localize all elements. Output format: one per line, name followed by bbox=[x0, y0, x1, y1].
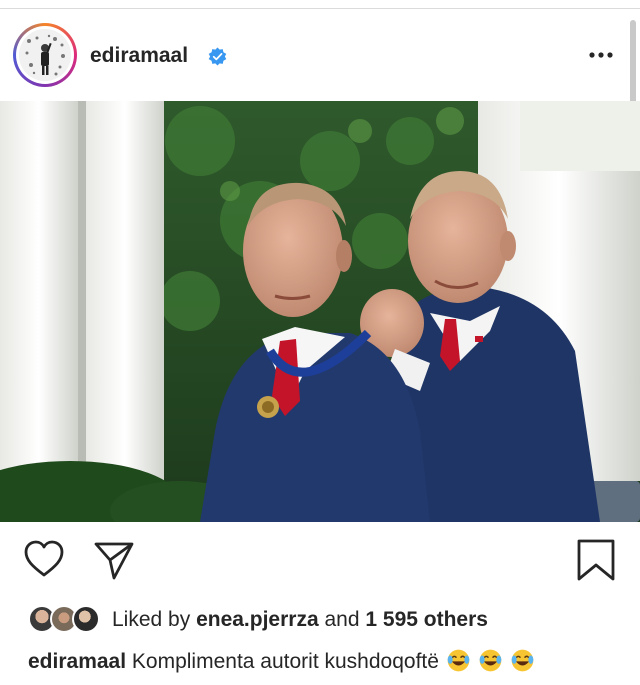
likes-prefix: Liked by bbox=[112, 608, 191, 631]
bookmark-outline-icon[interactable] bbox=[574, 538, 618, 582]
scrollbar[interactable] bbox=[630, 20, 636, 105]
face-with-tears-of-joy-icon bbox=[447, 649, 470, 672]
post-photo-image bbox=[0, 101, 640, 522]
avatar-image bbox=[19, 29, 71, 81]
liker-avatars[interactable] bbox=[28, 605, 104, 635]
likes-text[interactable]: Liked by enea.pjerrza and 1 595 others bbox=[112, 608, 488, 632]
likes-row: Liked by enea.pjerrza and 1 595 others bbox=[28, 604, 628, 636]
face-with-tears-of-joy-icon bbox=[511, 649, 534, 672]
liker-avatar bbox=[72, 605, 100, 633]
post-actions bbox=[0, 538, 640, 586]
likes-count[interactable]: 1 595 others bbox=[365, 608, 488, 631]
paper-plane-icon[interactable] bbox=[92, 538, 136, 582]
face-with-tears-of-joy-icon bbox=[479, 649, 502, 672]
likes-conjunction: and bbox=[324, 608, 360, 631]
verified-badge-icon bbox=[208, 47, 227, 66]
post-photo[interactable] bbox=[0, 101, 640, 522]
more-dots-icon[interactable] bbox=[584, 38, 618, 72]
post-username[interactable]: ediramaal bbox=[90, 44, 188, 68]
avatar[interactable] bbox=[13, 23, 77, 87]
top-divider bbox=[0, 8, 640, 9]
heart-outline-icon[interactable] bbox=[22, 538, 66, 582]
caption: ediramaal Komplimenta autorit kushdoqoft… bbox=[28, 648, 628, 674]
caption-text: Komplimenta autorit kushdoqoftë bbox=[131, 650, 439, 673]
liker-username[interactable]: enea.pjerrza bbox=[196, 608, 319, 631]
post-header: ediramaal bbox=[0, 14, 640, 96]
caption-username[interactable]: ediramaal bbox=[28, 650, 126, 673]
